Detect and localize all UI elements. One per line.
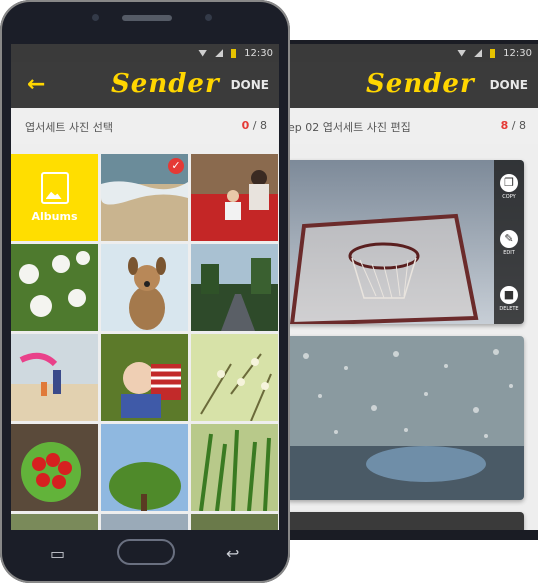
photo-grid: Albums ✓: [11, 154, 279, 530]
copy-tool[interactable]: ❐ COPY: [494, 174, 524, 200]
photo-tile-next-2[interactable]: [101, 514, 188, 530]
delete-tool[interactable]: ■ DELETE: [494, 286, 524, 312]
image-icon: [40, 172, 69, 204]
copy-label: COPY: [502, 194, 516, 200]
back-icon[interactable]: ↩: [226, 544, 239, 563]
status-time: 12:30: [503, 47, 532, 59]
edit-step-bar: ep 02 엽서세트 사진 편집 8 / 8: [286, 108, 538, 144]
signal-icon: [474, 49, 483, 57]
wifi-icon: [457, 49, 467, 57]
dog-photo: [101, 244, 188, 331]
photo-tile-next-3[interactable]: [191, 514, 278, 530]
select-step-bar: 엽서세트 사진 선택 0 / 8: [11, 108, 279, 144]
photo-tile-street[interactable]: [191, 244, 278, 331]
select-screen: 12:30 ← Sender DONE 엽서세트 사진 선택 0 / 8 Alb…: [11, 44, 279, 530]
sensor: [92, 14, 99, 21]
grass-photo: [191, 424, 278, 511]
photo-tile-child[interactable]: [101, 334, 188, 421]
photo-count: 0 / 8: [242, 119, 267, 132]
copy-icon: ❐: [500, 174, 518, 192]
tomatoes-photo: [11, 424, 98, 511]
app-logo: Sender: [111, 69, 220, 99]
basketball-hoop-photo: [286, 160, 524, 324]
rainy-window-photo: [286, 336, 524, 500]
front-camera: [205, 14, 212, 21]
done-button[interactable]: DONE: [231, 78, 269, 92]
battery-icon: [490, 48, 496, 58]
done-button[interactable]: DONE: [490, 78, 528, 92]
home-button[interactable]: [117, 539, 175, 565]
status-time: 12:30: [244, 47, 273, 59]
edit-photo-card-rain[interactable]: [286, 336, 524, 500]
signal-icon: [215, 49, 224, 57]
recent-apps-icon[interactable]: ▭: [50, 544, 65, 563]
edit-tool[interactable]: ✎ EDIT: [494, 230, 524, 256]
wifi-icon: [198, 49, 208, 57]
edit-screen: 12:30 Sender DONE ep 02 엽서세트 사진 편집 8 / 8…: [286, 44, 538, 530]
albums-label: Albums: [31, 210, 78, 223]
blossom-branches-photo: [191, 334, 278, 421]
tree-sky-photo: [101, 424, 188, 511]
step-title: 엽서세트 사진 선택: [25, 121, 113, 134]
mother-child-photo: [191, 154, 278, 241]
status-bar: 12:30: [11, 44, 279, 62]
edit-photo-card-next[interactable]: [286, 512, 524, 530]
photo-tile-mother-child[interactable]: [191, 154, 278, 241]
photo-tile-next-1[interactable]: [11, 514, 98, 530]
edit-icon: ✎: [500, 230, 518, 248]
total-count: / 8: [249, 119, 267, 132]
edit-photo-card-basketball[interactable]: ❐ COPY ✎ EDIT ■ DELETE: [286, 160, 524, 324]
battery-icon: [231, 48, 237, 58]
photo-edit-tools: ❐ COPY ✎ EDIT ■ DELETE: [494, 160, 524, 324]
photo-tile-grass[interactable]: [191, 424, 278, 511]
photo-tile-blossoms[interactable]: [191, 334, 278, 421]
delete-icon: ■: [500, 286, 518, 304]
beach-kids-photo: [11, 334, 98, 421]
delete-label: DELETE: [499, 306, 519, 312]
photo-tile-dog[interactable]: [101, 244, 188, 331]
back-arrow-icon[interactable]: ←: [27, 72, 45, 97]
device-nav-bar: ▭ ↩: [0, 530, 290, 580]
total-count: / 8: [508, 119, 526, 132]
photo-tile-flowers[interactable]: [11, 244, 98, 331]
speaker-grille: [122, 15, 172, 21]
photo-count: 8 / 8: [501, 119, 526, 132]
step-title: ep 02 엽서세트 사진 편집: [288, 121, 411, 134]
photo-tile-tree[interactable]: [101, 424, 188, 511]
albums-tile[interactable]: Albums: [11, 154, 98, 241]
white-flowers-photo: [11, 244, 98, 331]
edit-app-bar: Sender DONE: [286, 62, 538, 108]
child-on-grass-photo: [101, 334, 188, 421]
photo-tile-tomatoes[interactable]: [11, 424, 98, 511]
photo-tile-beach[interactable]: ✓: [101, 154, 188, 241]
select-app-bar: ← Sender DONE: [11, 62, 279, 108]
street-photo: [191, 244, 278, 331]
status-bar: 12:30: [286, 44, 538, 62]
app-logo: Sender: [366, 69, 475, 99]
photo-tile-beach-kids[interactable]: [11, 334, 98, 421]
edit-label: EDIT: [503, 250, 515, 256]
selected-check-icon: ✓: [168, 158, 184, 174]
